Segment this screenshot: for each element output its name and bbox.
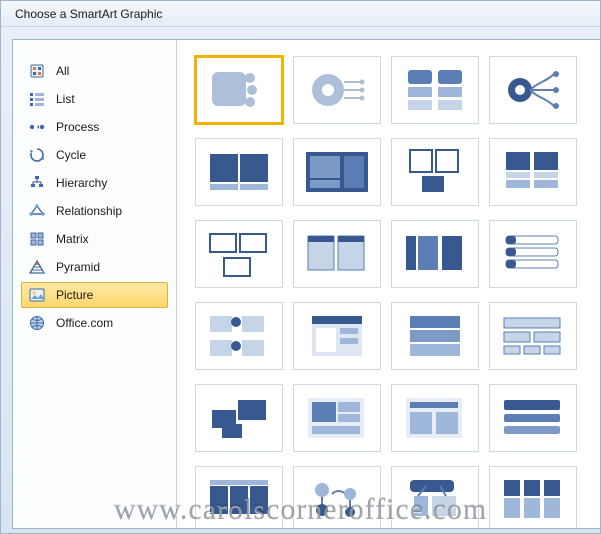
cycle-icon — [28, 146, 46, 164]
category-all[interactable]: All — [21, 58, 168, 84]
thumb-circular-picture-callout[interactable] — [293, 56, 381, 124]
category-label: Pyramid — [56, 260, 100, 274]
dialog-body: All List Process Cycle — [12, 39, 600, 529]
thumb-picture-caption-list[interactable] — [195, 138, 283, 206]
thumb-hexagon-cluster[interactable] — [195, 466, 283, 528]
category-label: Cycle — [56, 148, 86, 162]
hierarchy-icon — [28, 174, 46, 192]
thumb-picture-grid[interactable] — [391, 138, 479, 206]
thumb-radial-picture-list[interactable] — [489, 56, 577, 124]
thumb-ascending-picture-accent[interactable] — [489, 466, 577, 528]
thumb-titled-picture-blocks[interactable] — [489, 302, 577, 370]
picture-icon — [28, 286, 46, 304]
pyramid-icon — [28, 258, 46, 276]
thumb-framed-text-picture[interactable] — [195, 384, 283, 452]
thumb-vertical-picture-list[interactable] — [293, 302, 381, 370]
category-label: Hierarchy — [56, 176, 107, 190]
dialog-window: Choose a SmartArt Graphic All List — [0, 0, 601, 534]
thumb-titled-picture-accent-list[interactable] — [489, 220, 577, 288]
all-icon — [28, 62, 46, 80]
process-icon — [28, 118, 46, 136]
thumb-bending-picture-accent-list[interactable] — [391, 56, 479, 124]
thumb-continuous-picture-list[interactable] — [293, 384, 381, 452]
category-label: Process — [56, 120, 99, 134]
category-pyramid[interactable]: Pyramid — [21, 254, 168, 280]
category-relationship[interactable]: Relationship — [21, 198, 168, 224]
thumb-picture-strips[interactable] — [391, 220, 479, 288]
category-process[interactable]: Process — [21, 114, 168, 140]
category-label: Picture — [56, 288, 93, 302]
gallery-grid — [195, 56, 594, 528]
dialog-title: Choose a SmartArt Graphic — [15, 7, 162, 21]
thumb-accented-picture[interactable] — [195, 56, 283, 124]
thumb-bending-picture-blocks[interactable] — [195, 220, 283, 288]
category-label: List — [56, 92, 75, 106]
globe-icon — [28, 314, 46, 332]
thumb-snapshot-picture-list[interactable] — [293, 138, 381, 206]
thumb-spiral-picture[interactable] — [391, 384, 479, 452]
matrix-icon — [28, 230, 46, 248]
category-label: Relationship — [56, 204, 122, 218]
category-label: Office.com — [56, 316, 113, 330]
category-hierarchy[interactable]: Hierarchy — [21, 170, 168, 196]
thumb-picture-accent-list[interactable] — [391, 302, 479, 370]
thumb-picture-accent-blocks[interactable] — [489, 138, 577, 206]
graphic-gallery — [177, 40, 600, 528]
category-picture[interactable]: Picture — [21, 282, 168, 308]
dialog-titlebar: Choose a SmartArt Graphic — [1, 1, 600, 27]
thumb-picture-frame[interactable] — [293, 466, 381, 528]
category-officecom[interactable]: Office.com — [21, 310, 168, 336]
category-list[interactable]: List — [21, 86, 168, 112]
thumb-captioned-pictures[interactable] — [293, 220, 381, 288]
category-label: All — [56, 64, 69, 78]
thumb-bubble-picture-list[interactable] — [195, 302, 283, 370]
category-label: Matrix — [56, 232, 89, 246]
relationship-icon — [28, 202, 46, 220]
category-sidebar: All List Process Cycle — [13, 40, 177, 528]
list-icon — [28, 90, 46, 108]
thumb-horizontal-picture-list[interactable] — [489, 384, 577, 452]
category-cycle[interactable]: Cycle — [21, 142, 168, 168]
category-matrix[interactable]: Matrix — [21, 226, 168, 252]
thumb-alternating-picture-circles[interactable] — [391, 466, 479, 528]
